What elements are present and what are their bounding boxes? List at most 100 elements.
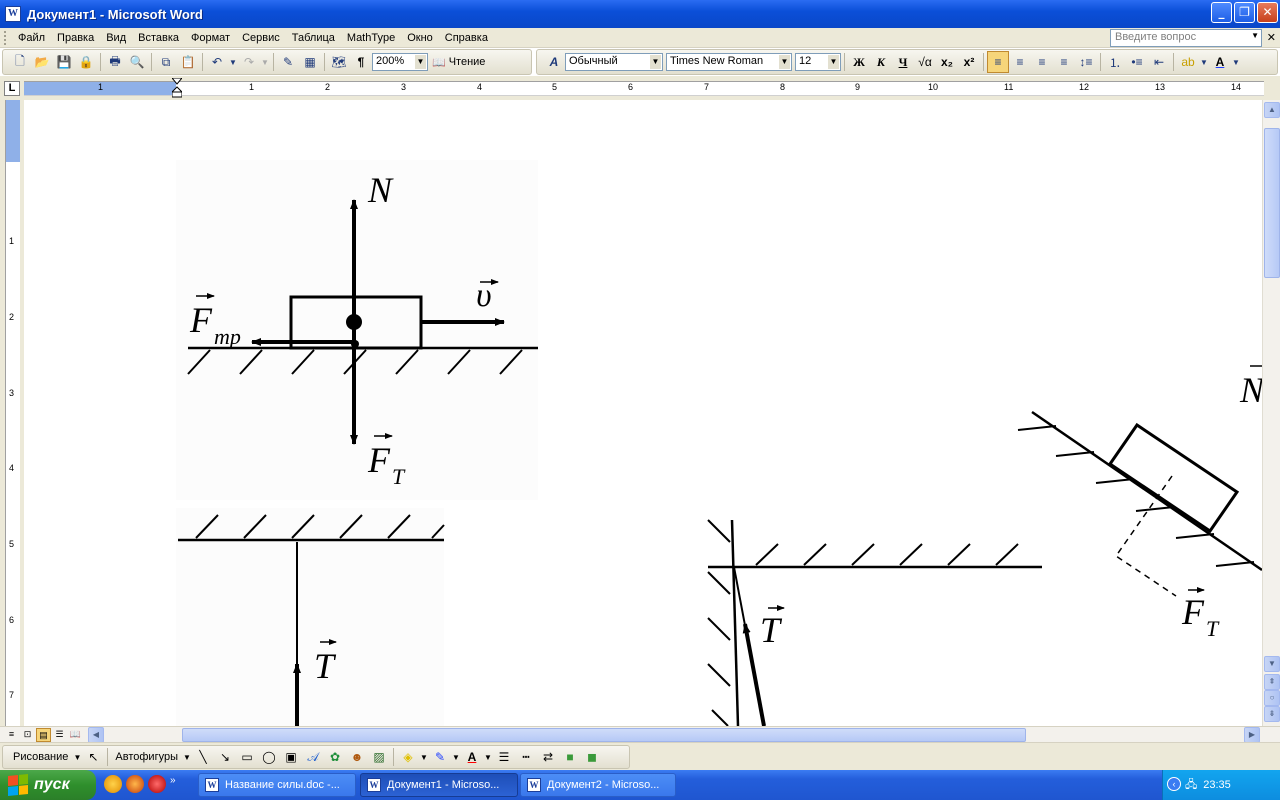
copy-icon[interactable]: ⧉: [155, 51, 177, 73]
line-color-dropdown-icon[interactable]: ▼: [451, 746, 461, 768]
font-color-dropdown-icon[interactable]: ▼: [1231, 51, 1241, 73]
chevron-down-icon[interactable]: ▼: [779, 55, 790, 69]
reading-mode-button[interactable]: 📖 Чтение: [428, 56, 489, 69]
document-map-icon[interactable]: 🗺: [328, 51, 350, 73]
redo-icon[interactable]: ↷: [238, 51, 260, 73]
outline-view-icon[interactable]: ☰: [52, 728, 67, 742]
horizontal-ruler[interactable]: 1 1 2 3 4 5 6 7 8 9 10 11 12 13 14: [24, 78, 1264, 98]
select-objects-icon[interactable]: ↖: [82, 746, 104, 768]
taskbar-item-doc1[interactable]: W Название силы.doc -...: [198, 773, 356, 797]
vertical-scroll-thumb[interactable]: [1264, 128, 1280, 278]
reading-view-icon[interactable]: 📖: [68, 728, 83, 742]
clock[interactable]: 23:35: [1203, 779, 1231, 791]
chevron-down-icon[interactable]: ▼: [650, 55, 661, 69]
arrow-tool-icon[interactable]: ↘: [214, 746, 236, 768]
align-right-icon[interactable]: ≡: [1031, 51, 1053, 73]
3d-style-icon[interactable]: ◼: [581, 746, 603, 768]
menu-edit[interactable]: Правка: [51, 32, 100, 44]
save-icon[interactable]: 💾: [53, 51, 75, 73]
print-preview-icon[interactable]: 🔍: [126, 51, 148, 73]
menu-tools[interactable]: Сервис: [236, 32, 286, 44]
new-document-icon[interactable]: 🗋: [9, 51, 31, 73]
minimize-button[interactable]: _: [1211, 2, 1232, 23]
justify-icon[interactable]: ≡: [1053, 51, 1075, 73]
chevron-down-icon[interactable]: ▼: [1251, 31, 1259, 40]
bulleted-list-icon[interactable]: •≡: [1126, 51, 1148, 73]
arrow-style-icon[interactable]: ⇄: [537, 746, 559, 768]
start-button[interactable]: пуск: [0, 770, 96, 800]
drawing-menu-button[interactable]: Рисование: [9, 751, 72, 763]
quicklaunch-opera-icon[interactable]: [148, 775, 166, 793]
subscript-button[interactable]: x₂: [936, 51, 958, 73]
ask-question-input[interactable]: Введите вопрос ▼: [1110, 29, 1262, 47]
oval-tool-icon[interactable]: ◯: [258, 746, 280, 768]
scroll-up-button[interactable]: ▲: [1264, 102, 1280, 118]
menu-table[interactable]: Таблица: [286, 32, 341, 44]
decrease-indent-icon[interactable]: ⇤: [1148, 51, 1170, 73]
shadow-style-icon[interactable]: ■: [559, 746, 581, 768]
show-formatting-icon[interactable]: ¶: [350, 51, 372, 73]
word-app-icon[interactable]: W: [5, 6, 21, 22]
font-select[interactable]: Times New Roman ▼: [666, 53, 792, 71]
close-button[interactable]: ✕: [1257, 2, 1278, 23]
taskbar-item-doc2[interactable]: W Документ1 - Microso...: [360, 773, 518, 797]
print-layout-icon[interactable]: ▤: [36, 728, 51, 742]
line-tool-icon[interactable]: ╲: [192, 746, 214, 768]
horizontal-scroll-thumb[interactable]: [182, 728, 1026, 742]
autoshapes-menu-button[interactable]: Автофигуры: [111, 751, 182, 763]
clipart-icon[interactable]: ☻: [346, 746, 368, 768]
menu-grip[interactable]: [4, 30, 8, 45]
vertical-ruler[interactable]: 1 2 3 4 5 6 7: [0, 100, 24, 726]
print-icon[interactable]: 🖶: [104, 51, 126, 73]
quicklaunch-browser-icon[interactable]: [126, 775, 144, 793]
indent-marker[interactable]: [172, 78, 182, 98]
menu-format[interactable]: Формат: [185, 32, 236, 44]
open-folder-icon[interactable]: 📂: [31, 51, 53, 73]
undo-icon[interactable]: ↶: [206, 51, 228, 73]
menu-mathtype[interactable]: MathType: [341, 32, 401, 44]
permission-icon[interactable]: 🔒: [75, 51, 97, 73]
underline-button[interactable]: Ч: [892, 51, 914, 73]
undo-dropdown-icon[interactable]: ▼: [228, 51, 238, 73]
bold-button[interactable]: Ж: [848, 51, 870, 73]
wordart-icon[interactable]: 𝒜: [302, 746, 324, 768]
insert-picture-icon[interactable]: ▨: [368, 746, 390, 768]
zoom-select[interactable]: 200% ▼: [372, 53, 428, 71]
superscript-button[interactable]: x²: [958, 51, 980, 73]
chevron-down-icon[interactable]: ▼: [415, 55, 426, 69]
quicklaunch-more-icon[interactable]: »: [170, 775, 176, 793]
network-icon[interactable]: 🖧: [1185, 776, 1197, 795]
menu-view[interactable]: Вид: [100, 32, 132, 44]
taskbar-item-doc3[interactable]: W Документ2 - Microso...: [520, 773, 676, 797]
tab-selector[interactable]: L: [4, 81, 20, 96]
rectangle-tool-icon[interactable]: ▭: [236, 746, 258, 768]
align-center-icon[interactable]: ≡: [1009, 51, 1031, 73]
fill-color-icon[interactable]: ◈: [397, 746, 419, 768]
font-color-icon[interactable]: A: [1209, 51, 1231, 73]
textbox-tool-icon[interactable]: ▣: [280, 746, 302, 768]
browse-object-button[interactable]: ○: [1264, 690, 1280, 706]
menu-insert[interactable]: Вставка: [132, 32, 185, 44]
menu-window[interactable]: Окно: [401, 32, 439, 44]
mathtype-equation-icon[interactable]: √α: [914, 51, 936, 73]
menu-file[interactable]: Файл: [12, 32, 51, 44]
insert-object-icon[interactable]: ✎: [277, 51, 299, 73]
numbered-list-icon[interactable]: ⒈: [1104, 51, 1126, 73]
scroll-down-button[interactable]: ▼: [1264, 656, 1280, 672]
next-page-button[interactable]: ⇟: [1264, 706, 1280, 722]
italic-button[interactable]: К: [870, 51, 892, 73]
font-color-draw-icon[interactable]: A: [461, 746, 483, 768]
restore-button[interactable]: ❐: [1234, 2, 1255, 23]
document-page[interactable]: N F mp υ F T T T F T N: [24, 100, 1262, 726]
font-size-select[interactable]: 12 ▼: [795, 53, 841, 71]
scroll-right-button[interactable]: ▶: [1244, 727, 1260, 743]
highlight-dropdown-icon[interactable]: ▼: [1199, 51, 1209, 73]
menu-help[interactable]: Справка: [439, 32, 494, 44]
chevron-down-icon[interactable]: ▼: [828, 55, 839, 69]
align-left-icon[interactable]: ≡: [987, 51, 1009, 73]
tray-expand-icon[interactable]: ‹: [1167, 777, 1181, 791]
line-color-icon[interactable]: ✎: [429, 746, 451, 768]
vertical-scrollbar[interactable]: ▲ ▼ ⇞ ○ ⇟: [1262, 100, 1280, 726]
highlight-icon[interactable]: ab: [1177, 51, 1199, 73]
quicklaunch-app-icon[interactable]: [104, 775, 122, 793]
